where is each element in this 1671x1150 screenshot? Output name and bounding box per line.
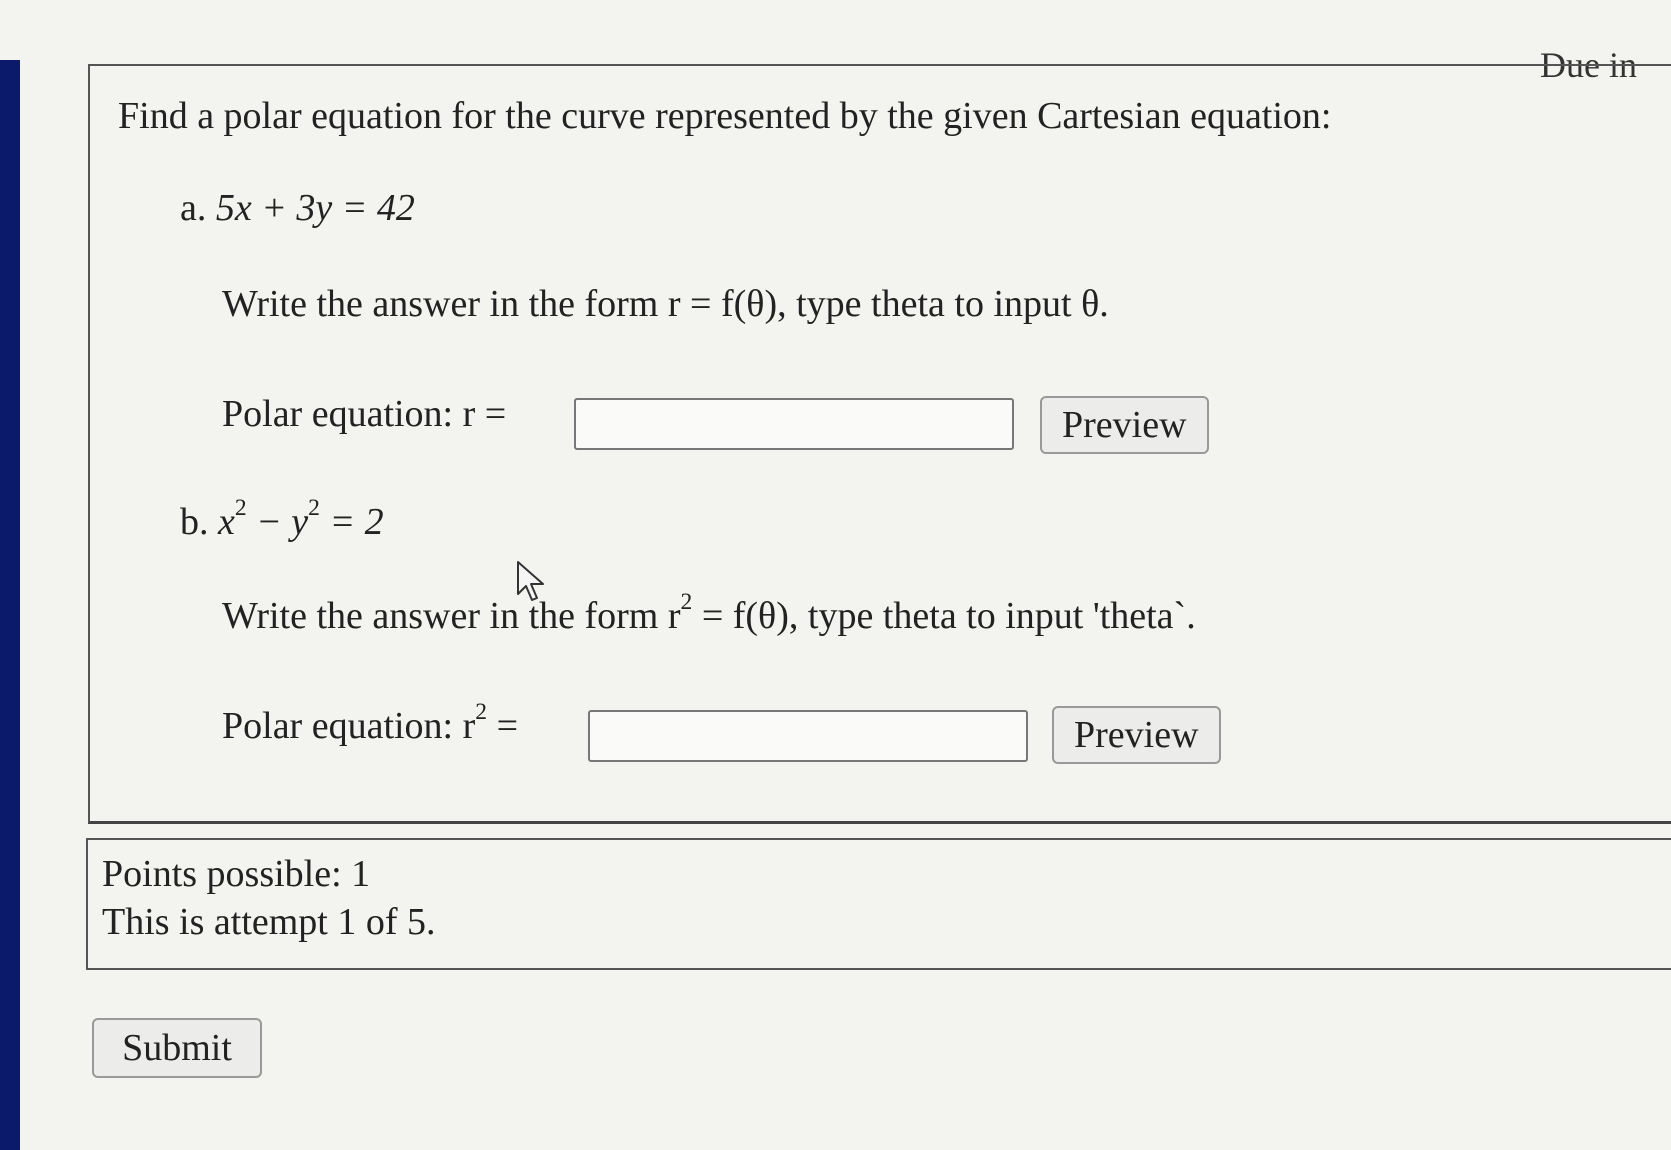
page: Due in Find a polar equation for the cur… [0,0,1671,1150]
question-prompt: Find a polar equation for the curve repr… [118,95,1332,137]
attempt-count: This is attempt 1 of 5. [102,901,436,943]
part-a-equation: 5x + 3y = 42 [215,187,415,229]
mouse-cursor-icon [517,561,544,601]
submit-button[interactable]: Submit [92,1018,262,1078]
part-b-instruction: Write the answer in the form r2 = f(θ), … [222,589,1196,637]
part-a-answer-label: Polar equation: r = [222,393,507,435]
part-b-label: b. [180,501,209,543]
left-edge-bar [0,60,20,1150]
part-b-preview-button[interactable]: Preview [1052,706,1221,764]
part-a-label: a. [180,187,207,229]
part-a-answer-input[interactable] [574,398,1014,450]
part-b-equation: x2 − y2 = 2 [218,495,384,543]
part-a-preview-button[interactable]: Preview [1040,396,1209,454]
part-a-instruction: Write the answer in the form r = f(θ), t… [222,283,1109,325]
part-b-answer-input[interactable] [588,710,1028,762]
points-possible: Points possible: 1 [102,853,371,895]
part-b-answer-label: Polar equation: r2 = [222,699,518,747]
part-a: a. 5x + 3y = 42 [180,186,415,230]
part-b: b. x2 − y2 = 2 [180,495,384,544]
